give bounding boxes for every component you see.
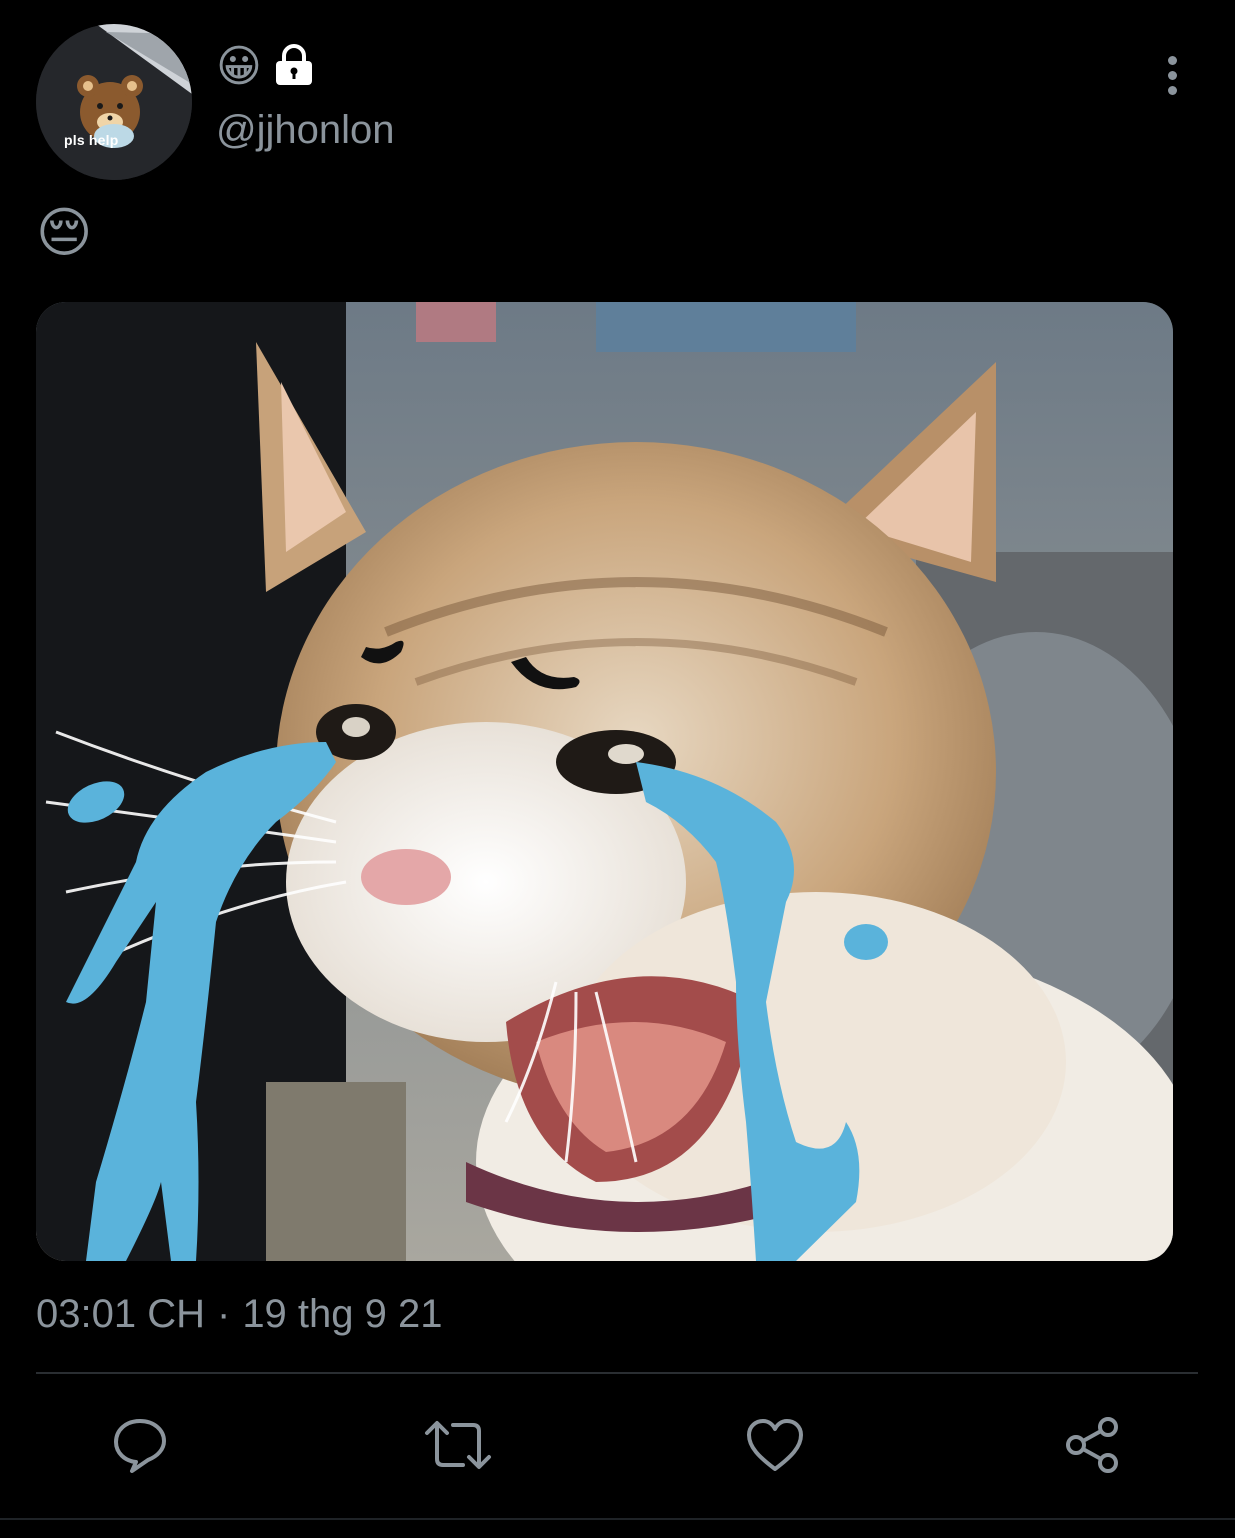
display-name[interactable]: 😀	[216, 42, 316, 92]
tweet-header: pls help 😀 @jjhonlon	[0, 0, 1235, 190]
lock-icon	[272, 43, 316, 92]
avatar-bear-image	[36, 24, 192, 180]
divider	[36, 1372, 1198, 1374]
tweet-time: 03:01 CH	[36, 1292, 205, 1336]
tweet-timestamp[interactable]: 03:01 CH · 19 thg 9 21	[36, 1292, 443, 1337]
share-icon	[1066, 1417, 1118, 1473]
retweet-button[interactable]	[423, 1410, 493, 1480]
avatar[interactable]: pls help	[36, 24, 192, 180]
more-options-button[interactable]	[1150, 50, 1194, 100]
bottom-divider	[0, 1518, 1235, 1520]
user-handle[interactable]: @jjhonlon	[216, 108, 395, 153]
tweet-date: 19 thg 9 21	[242, 1292, 443, 1336]
share-button[interactable]	[1058, 1410, 1128, 1480]
reply-button[interactable]	[105, 1410, 175, 1480]
avatar-caption: pls help	[64, 132, 119, 148]
tweet-text: 😔	[36, 201, 93, 264]
retweet-icon	[425, 1421, 491, 1469]
action-bar	[0, 1390, 1235, 1500]
tweet-image[interactable]	[36, 302, 1173, 1261]
more-vertical-icon	[1167, 55, 1177, 65]
like-button[interactable]	[740, 1410, 810, 1480]
grinning-emoji: 😀	[216, 41, 262, 92]
heart-icon	[747, 1419, 803, 1471]
crying-cat-image	[36, 302, 1173, 1261]
reply-icon	[114, 1419, 166, 1473]
timestamp-separator: ·	[216, 1292, 231, 1336]
